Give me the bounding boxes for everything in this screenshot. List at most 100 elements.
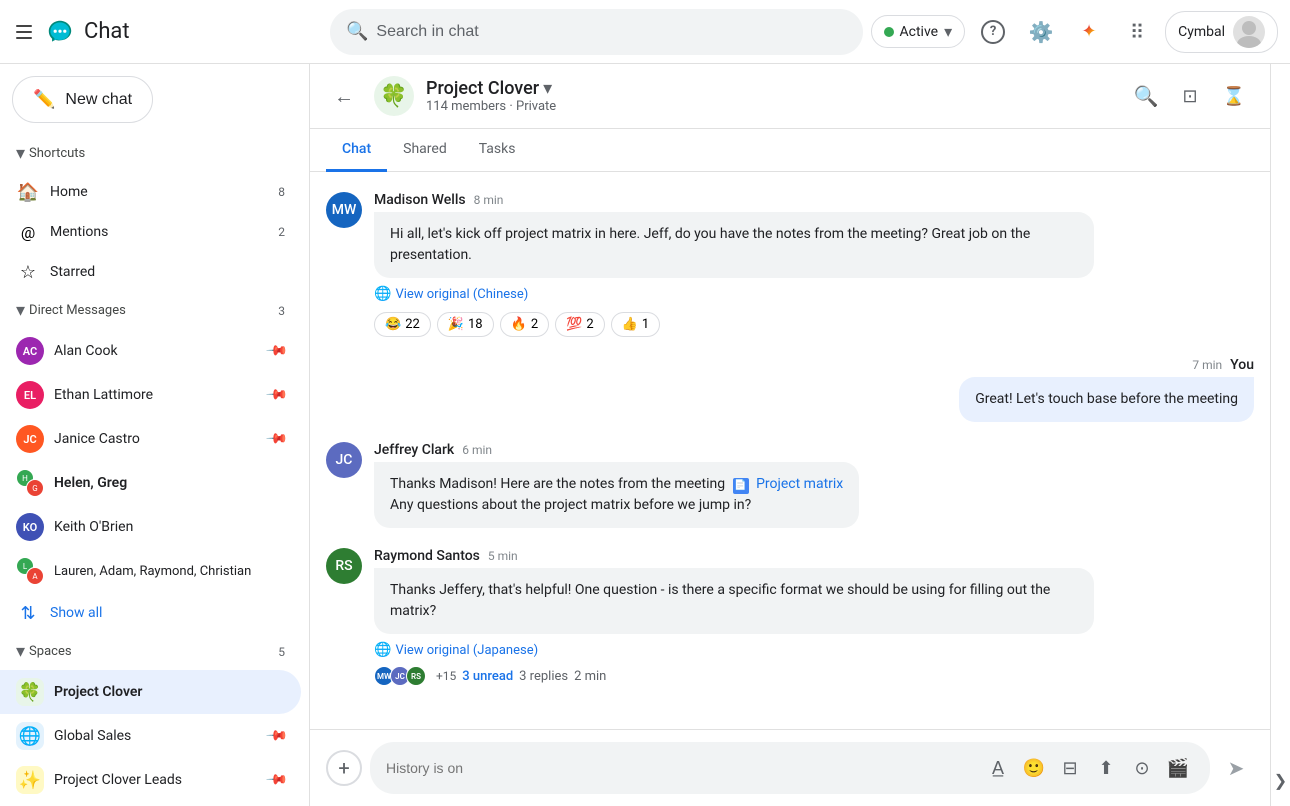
input-tools: A̲ 🙂 ⊟ ⬆ ⊙ 🎬 — [982, 752, 1194, 784]
sidebar-item-sales-crew[interactable]: 🔺 Sales Crew — [0, 802, 301, 806]
split-view-button[interactable]: ⊡ — [1170, 76, 1210, 116]
reply-thread-4: MW JC RS +15 3 unread 3 replies 2 min — [374, 666, 1094, 686]
madison-bubble: Hi all, let's kick off project matrix in… — [374, 212, 1094, 278]
hamburger-menu-icon[interactable] — [12, 20, 36, 44]
shortcuts-header-left: ▾ Shortcuts — [16, 143, 85, 164]
alan-label: Alan Cook — [54, 343, 258, 359]
reaction-emoji-4: 💯 — [566, 317, 582, 332]
message-input-box[interactable]: A̲ 🙂 ⊟ ⬆ ⊙ 🎬 — [370, 742, 1210, 794]
new-chat-button[interactable]: ✏️ New chat — [12, 76, 153, 123]
video-icon[interactable]: ⊞ — [225, 678, 253, 706]
help-button[interactable]: ? — [973, 12, 1013, 52]
apps-add-button[interactable]: ⊙ — [1126, 752, 1158, 784]
sidebar-item-lauren[interactable]: LA Lauren, Adam, Raymond, Christian — [0, 549, 301, 593]
search-chat-button[interactable]: 🔍 — [1126, 76, 1166, 116]
back-button[interactable]: ← — [326, 78, 362, 114]
mentions-icon: @ — [16, 220, 40, 244]
project-clover-leads-pin-icon: 📌 — [264, 768, 288, 792]
sidebar-item-helen[interactable]: HG Helen, Greg — [0, 461, 301, 505]
sidebar-item-project-clover[interactable]: 🍀 Project Clover ⊞ ⋮ — [0, 670, 301, 714]
user-profile[interactable]: Cymbal — [1165, 11, 1278, 53]
video-call-button[interactable]: 🎬 — [1162, 752, 1194, 784]
search-bar[interactable]: 🔍 — [330, 9, 863, 55]
reaction-fire[interactable]: 🔥 2 — [500, 312, 550, 337]
sidebar-item-project-clover-leads[interactable]: ✨ Project Clover Leads 📌 — [0, 758, 301, 802]
tab-shared[interactable]: Shared — [387, 129, 463, 172]
sidebar-item-janice[interactable]: JC Janice Castro 📌 — [0, 417, 301, 461]
raymond-avatar: RS — [326, 548, 362, 584]
chat-subtitle: 114 members · Private — [426, 99, 1114, 114]
text-format-button[interactable]: A̲ — [982, 752, 1014, 784]
madison-text: Hi all, let's kick off project matrix in… — [390, 226, 1030, 263]
janice-label: Janice Castro — [54, 431, 258, 447]
avatar — [1233, 16, 1265, 48]
sidebar-item-home[interactable]: 🏠 Home 8 — [0, 172, 301, 212]
user-profile-name: Cymbal — [1178, 24, 1225, 40]
mention-button[interactable]: ⊟ — [1054, 752, 1086, 784]
sidebar-item-global-sales[interactable]: 🌐 Global Sales 📌 — [0, 714, 301, 758]
message-input-area: + A̲ 🙂 ⊟ ⬆ ⊙ 🎬 ➤ — [310, 729, 1270, 806]
send-button[interactable]: ➤ — [1218, 750, 1254, 786]
chat-tabs: Chat Shared Tasks — [310, 129, 1270, 172]
emoji-button[interactable]: 🙂 — [1018, 752, 1050, 784]
sidebar-item-ethan[interactable]: EL Ethan Lattimore 📌 — [0, 373, 301, 417]
shortcuts-label: Shortcuts — [29, 146, 85, 161]
helen-label: Helen, Greg — [54, 475, 285, 491]
translate-text-1: View original (Chinese) — [395, 287, 528, 302]
tab-tasks[interactable]: Tasks — [463, 129, 532, 172]
thread-extra: +15 — [436, 669, 456, 683]
sidebar-item-show-all-dm[interactable]: ⇅ Show all — [0, 593, 301, 633]
alan-avatar: AC — [16, 337, 44, 365]
keith-avatar: KO — [16, 513, 44, 541]
upload-button[interactable]: ⬆ — [1090, 752, 1122, 784]
sidebar-item-mentions[interactable]: @ Mentions 2 — [0, 212, 301, 252]
reaction-emoji-2: 🎉 — [448, 317, 464, 332]
project-clover-leads-icon: ✨ — [16, 766, 44, 794]
spaces-section-header[interactable]: ▾ Spaces 5 — [0, 633, 309, 670]
global-sales-label: Global Sales — [54, 728, 258, 744]
reaction-count-2: 18 — [468, 317, 483, 332]
tab-chat[interactable]: Chat — [326, 129, 387, 172]
chat-header-info: Project Clover ▾ 114 members · Private — [426, 78, 1114, 114]
apps-button[interactable]: ⠿ — [1117, 12, 1157, 52]
dm-badge: 3 — [278, 304, 285, 318]
home-icon: 🏠 — [16, 180, 40, 204]
message-input[interactable] — [386, 760, 974, 776]
sidebar-item-keith[interactable]: KO Keith O'Brien — [0, 505, 301, 549]
search-input[interactable] — [376, 23, 846, 41]
thread-avatar-3: RS — [406, 666, 426, 686]
starred-label: Starred — [50, 264, 285, 280]
reaction-hundred[interactable]: 💯 2 — [555, 312, 605, 337]
collapse-panel-button[interactable]: ❯ — [1270, 64, 1290, 806]
google-chat-logo — [44, 16, 76, 48]
sidebar-item-starred[interactable]: ☆ Starred — [0, 252, 301, 292]
ethan-label: Ethan Lattimore — [54, 387, 258, 403]
translate-text-4: View original (Japanese) — [395, 643, 538, 658]
pin-icon: 📌 — [264, 383, 288, 407]
reaction-party[interactable]: 🎉 18 — [437, 312, 494, 337]
reaction-laugh[interactable]: 😂 22 — [374, 312, 431, 337]
translate-link-1[interactable]: 🌐 View original (Chinese) — [374, 286, 1094, 302]
settings-button[interactable]: ⚙️ — [1021, 12, 1061, 52]
add-attachment-button[interactable]: + — [326, 750, 362, 786]
sidebar-item-alan[interactable]: AC Alan Cook 📌 — [0, 329, 301, 373]
spaces-chevron-icon: ▾ — [16, 641, 25, 662]
status-badge[interactable]: Active ▾ — [871, 15, 966, 48]
jeffrey-avatar: JC — [326, 442, 362, 478]
new-chat-icon: ✏️ — [33, 89, 55, 110]
topbar: Chat 🔍 Active ▾ ? ⚙️ ✦ ⠿ Cymbal — [0, 0, 1290, 64]
chat-header-actions: 🔍 ⊡ ⌛ — [1126, 76, 1254, 116]
chat-title[interactable]: Project Clover ▾ — [426, 78, 1114, 99]
tasks-button[interactable]: ⌛ — [1214, 76, 1254, 116]
more-options-icon[interactable]: ⋮ — [257, 678, 285, 706]
doc-link[interactable]: Project matrix — [756, 474, 843, 495]
project-clover-leads-label: Project Clover Leads — [54, 772, 258, 788]
dm-section-header[interactable]: ▾ Direct Messages 3 — [0, 292, 309, 329]
reaction-thumbsup[interactable]: 👍 1 — [611, 312, 661, 337]
gemini-button[interactable]: ✦ — [1069, 12, 1109, 52]
shortcuts-section-header[interactable]: ▾ Shortcuts — [0, 135, 309, 172]
collapse-icon: ❯ — [1274, 771, 1287, 790]
translate-link-4[interactable]: 🌐 View original (Japanese) — [374, 642, 1094, 658]
jeffrey-time: 6 min — [462, 443, 492, 457]
thread-unread[interactable]: 3 unread — [462, 669, 513, 684]
